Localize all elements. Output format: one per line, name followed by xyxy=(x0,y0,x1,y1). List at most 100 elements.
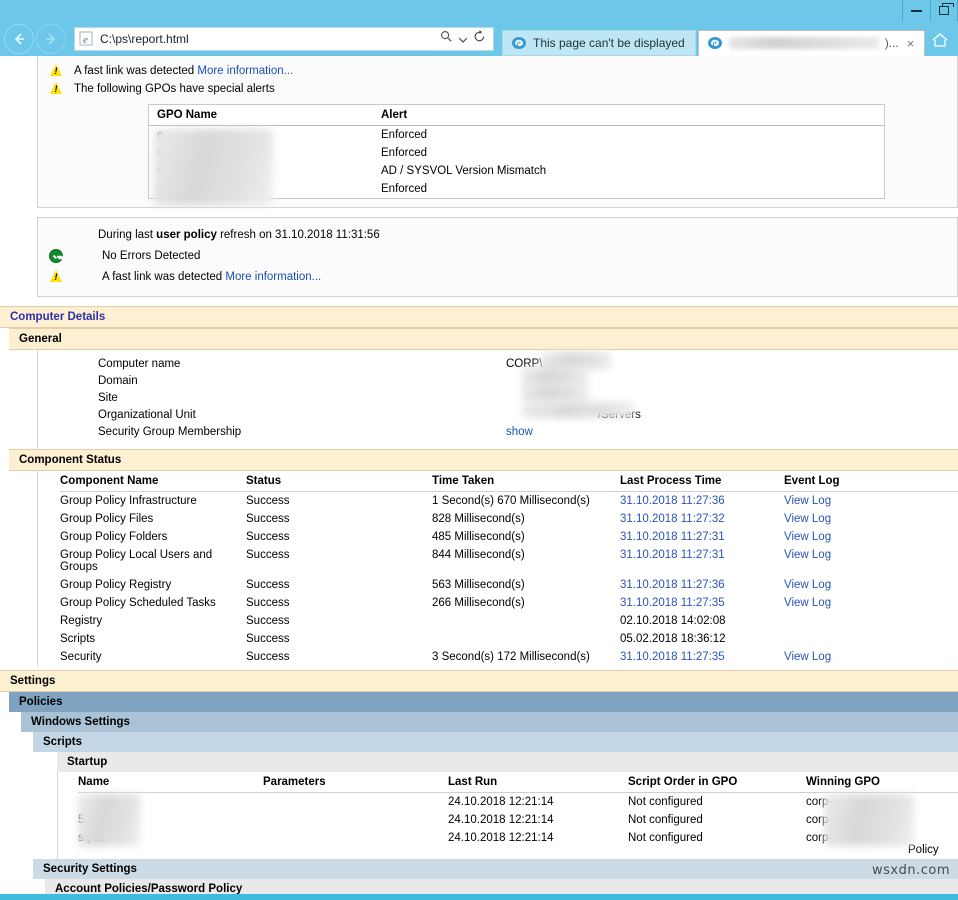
tab-close-button[interactable]: × xyxy=(905,36,915,51)
cell-time-taken xyxy=(432,612,620,630)
cell-status: Success xyxy=(246,528,432,546)
table-header-row: Name Parameters Last Run Script Order in… xyxy=(78,772,958,793)
section-computer-details[interactable]: Computer Details xyxy=(0,306,958,328)
table-row: Group Policy Registry Success 563 Millis… xyxy=(60,576,958,594)
more-information-link[interactable]: More information... xyxy=(225,271,321,283)
site-redaction xyxy=(522,384,588,402)
forward-button[interactable] xyxy=(36,24,66,54)
cell-last-process-time: 31.10.2018 11:27:31 xyxy=(620,528,784,546)
taskbar-sliver xyxy=(0,894,958,900)
cell-last-process-time: 31.10.2018 11:27:32 xyxy=(620,510,784,528)
cell-event-log-link[interactable]: View Log xyxy=(784,510,958,528)
cell-time-taken: 844 Millisecond(s) xyxy=(432,546,620,576)
refresh-icon[interactable] xyxy=(473,30,486,48)
alert-row: The following GPOs have special alerts xyxy=(38,80,957,98)
section-account-policies[interactable]: Account Policies/Password Policy xyxy=(45,879,958,894)
cell-time-taken: 485 Millisecond(s) xyxy=(432,528,620,546)
cell-last-process-time: 31.10.2018 11:27:31 xyxy=(620,546,784,576)
report-viewport[interactable]: A fast link was detected More informatio… xyxy=(0,56,958,894)
table-header-row: Component Name Status Time Taken Last Pr… xyxy=(60,471,958,492)
cell-component-name: Group Policy Files xyxy=(60,510,246,528)
cell-status: Success xyxy=(246,594,432,612)
computer-policy-alerts-box: A fast link was detected More informatio… xyxy=(37,56,958,208)
back-button[interactable] xyxy=(4,24,34,54)
script-names-redaction xyxy=(78,794,140,846)
search-icon[interactable] xyxy=(440,30,453,48)
field-site: Site xyxy=(38,390,958,407)
section-general[interactable]: General xyxy=(9,328,958,350)
section-startup[interactable]: Startup xyxy=(57,752,958,772)
column-component-name: Component Name xyxy=(60,471,246,492)
section-component-status[interactable]: Component Status xyxy=(9,449,958,471)
section-title: Account Policies/Password Policy xyxy=(45,879,958,894)
table-row: Group Policy Infrastructure Success 1 Se… xyxy=(60,492,958,511)
cell-status: Success xyxy=(246,546,432,576)
column-last-run: Last Run xyxy=(448,772,628,793)
cell-last-run: 24.10.2018 12:21:14 xyxy=(448,793,628,812)
success-icon xyxy=(38,248,74,263)
cell-event-log-link[interactable]: View Log xyxy=(784,528,958,546)
home-button[interactable] xyxy=(928,28,952,52)
tab-page-not-displayed[interactable]: e This page can't be displayed xyxy=(502,30,696,56)
cell-last-process-time: 31.10.2018 11:27:36 xyxy=(620,492,784,511)
alert-text: A fast link was detected More informatio… xyxy=(74,63,293,79)
table-row: Group Policy Folders Success 485 Millise… xyxy=(60,528,958,546)
home-icon xyxy=(930,31,950,49)
column-alert: Alert xyxy=(373,105,884,126)
alert-row: No Errors Detected xyxy=(38,247,957,265)
svg-text:e: e xyxy=(516,38,521,49)
tab-active-redacted[interactable]: e )... × xyxy=(698,30,926,56)
winning-gpo-redaction xyxy=(824,794,914,846)
field-label: Security Group Membership xyxy=(38,424,506,441)
minimize-icon xyxy=(911,10,922,12)
address-input[interactable]: C:\ps\report.html xyxy=(100,32,435,46)
cell-last-process-time: 05.02.2018 18:36:12 xyxy=(620,630,784,648)
address-bar-icons xyxy=(440,30,489,48)
component-status-table: Component Name Status Time Taken Last Pr… xyxy=(60,471,958,666)
restore-button[interactable] xyxy=(930,0,958,21)
user-policy-heading: During last user policy refresh on 31.10… xyxy=(38,226,957,244)
svg-text:e: e xyxy=(712,38,717,49)
section-windows-settings[interactable]: Windows Settings xyxy=(21,712,958,732)
warning-icon xyxy=(38,63,74,76)
cell-event-log-link xyxy=(784,630,958,648)
cell-event-log-link[interactable]: View Log xyxy=(784,492,958,511)
cell-component-name: Scripts xyxy=(60,630,246,648)
cell-event-log-link[interactable]: View Log xyxy=(784,594,958,612)
cell-status: Success xyxy=(246,612,432,630)
cell-status: Success xyxy=(246,576,432,594)
watermark: wsxdn.com xyxy=(872,863,950,878)
cell-event-log-link[interactable]: View Log xyxy=(784,648,958,666)
column-name: Name xyxy=(78,772,263,793)
cell-status: Success xyxy=(246,648,432,666)
section-title: Windows Settings xyxy=(21,712,958,732)
column-script-order: Script Order in GPO xyxy=(628,772,806,793)
table-row: Security Success 3 Second(s) 172 Millise… xyxy=(60,648,958,666)
cell-event-log-link[interactable]: View Log xyxy=(784,576,958,594)
section-settings[interactable]: Settings xyxy=(0,670,958,692)
section-security-settings[interactable]: Security Settings xyxy=(33,859,958,879)
chevron-down-icon[interactable] xyxy=(459,30,467,48)
window-title-bar xyxy=(0,0,958,22)
section-policies[interactable]: Policies xyxy=(9,692,958,712)
cell-component-name: Group Policy Folders xyxy=(60,528,246,546)
startup-scripts-body: Name Parameters Last Run Script Order in… xyxy=(57,772,958,859)
cell-component-name: Group Policy Registry xyxy=(60,576,246,594)
minimize-button[interactable] xyxy=(902,0,930,21)
section-scripts[interactable]: Scripts xyxy=(33,732,958,752)
cell-time-taken: 828 Millisecond(s) xyxy=(432,510,620,528)
back-arrow-icon xyxy=(11,31,27,47)
table-row: Registry Success 02.10.2018 14:02:08 xyxy=(60,612,958,630)
address-bar[interactable]: e C:\ps\report.html xyxy=(74,27,494,51)
warning-icon xyxy=(38,269,74,282)
alert-text: The following GPOs have special alerts xyxy=(74,81,275,97)
more-information-link[interactable]: More information... xyxy=(197,65,293,77)
gpo-alerts-table: GPO Name Alert e Enforced ogonCredential xyxy=(148,104,885,199)
general-fields: Computer name CORP\ Domain Site Organiza… xyxy=(37,350,958,449)
cell-event-log-link[interactable]: View Log xyxy=(784,546,958,576)
column-event-log: Event Log xyxy=(784,471,958,492)
show-link[interactable]: show xyxy=(506,424,533,441)
cell-time-taken: 3 Second(s) 172 Millisecond(s) xyxy=(432,648,620,666)
cell-script-order: Not configured xyxy=(628,829,806,859)
cell-parameters xyxy=(263,793,448,812)
